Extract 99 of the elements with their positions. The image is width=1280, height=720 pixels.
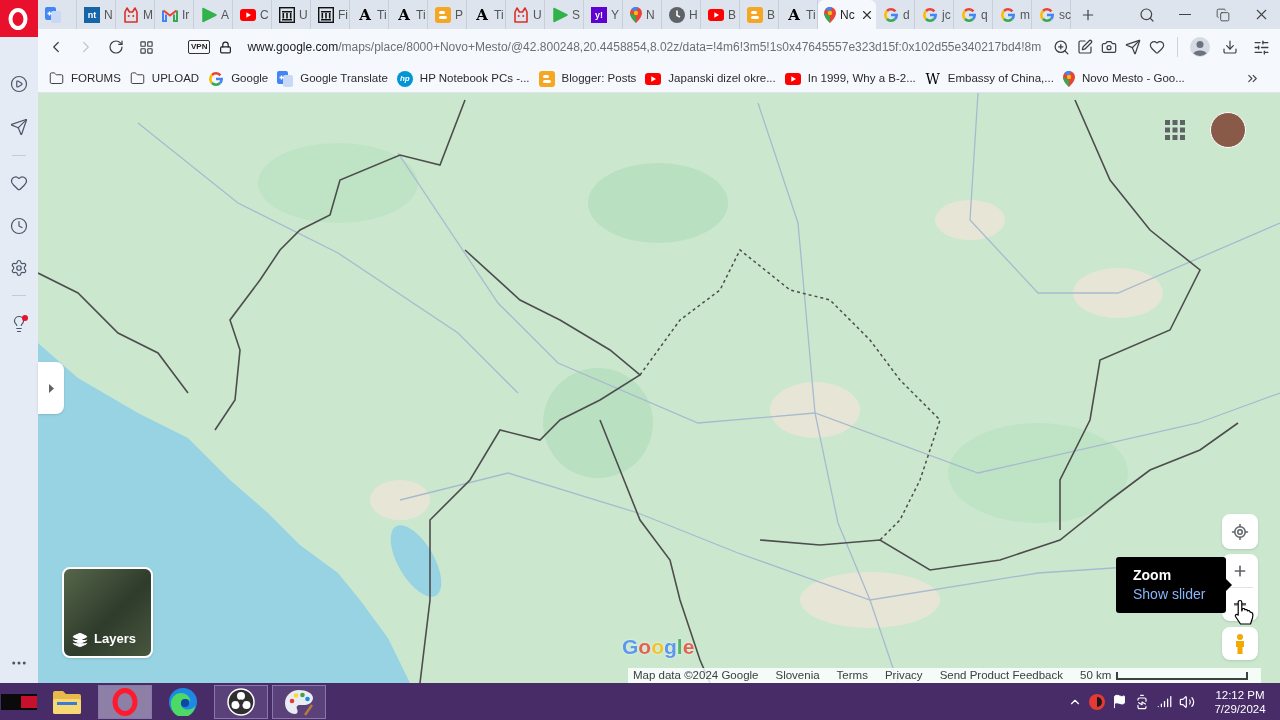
translate-icon [277,70,294,87]
disc-icon [227,687,255,716]
send-icon[interactable] [1125,39,1141,55]
my-location-button[interactable] [1222,514,1258,549]
site-logo: A [358,6,372,23]
taskbar-app[interactable] [214,684,268,719]
apps-grid-icon[interactable] [1165,120,1185,140]
site-logo: y! [591,6,607,23]
site-logo: A [397,6,411,23]
map-footer-link[interactable]: Terms [836,668,868,683]
google-g-icon [961,6,977,23]
google-g-icon [208,70,225,87]
cat-icon [123,6,139,23]
tray-time[interactable]: 12:12 PM [1215,687,1265,702]
building-icon [279,6,295,23]
map-pin-icon [630,6,642,23]
tray-app-icon[interactable] [1089,693,1105,710]
vpn-badge[interactable]: VPN [188,40,211,54]
play-circle-icon[interactable] [10,75,28,93]
video-play-icon [645,72,662,85]
map-footer-link[interactable]: Map data ©2024 Google [633,668,759,683]
profile-icon[interactable] [1190,37,1210,57]
google-g-icon [883,6,899,23]
map-footer-link[interactable]: Send Product Feedback [939,668,1063,683]
bookmark-item[interactable]: Google Translate [277,66,388,91]
google-g-icon [1039,6,1055,23]
lock-icon [219,40,233,54]
camera-icon[interactable] [1101,39,1117,55]
settings-icon[interactable] [10,259,28,277]
bookmark-item[interactable]: UPLOAD [129,66,200,91]
map-footer-link[interactable]: Privacy [884,668,923,683]
layers-icon [72,632,88,648]
video-play-icon [784,72,801,85]
play-icon [552,6,568,23]
folder-icon [129,71,145,86]
bookmark-item[interactable]: Novo Mesto - Goo... [1062,66,1185,91]
heart-icon[interactable] [10,174,28,192]
location-target-icon [1231,522,1249,541]
bookmark-item[interactable]: Japanski dizel okre... [645,66,776,91]
search-icon [1139,6,1155,23]
tooltip-link[interactable]: Show slider [1133,586,1226,603]
ring-icon [112,687,138,716]
site-logo: A [475,6,489,23]
signal-icon[interactable] [1157,694,1172,709]
url-field[interactable]: www.google.com/maps/place/8000+Novo+Mesto/@42.800248,20.4458854,8.02z/data=!4m6!3m5!1s0x47645557e323d15f:0x102d55e340217bd4!8m [247,38,1042,56]
tooltip-title: Zoom [1133,567,1173,584]
swirl-icon [169,687,197,716]
tray-date[interactable]: 7/29/2024 [1214,701,1266,716]
blog-icon [747,6,763,23]
bookmark-item[interactable]: Blogger: Posts [538,66,637,91]
google-g-icon [1000,6,1016,23]
caret-icon [48,383,54,393]
map-footer-link[interactable]: Slovenia [775,668,820,683]
play-icon [201,6,217,23]
bookmark-item[interactable]: W Embassy of China,... [924,66,1054,91]
site-logo: W [924,70,941,87]
heart-icon[interactable] [1149,39,1165,55]
cat-icon [513,6,529,23]
site-logo: A [787,6,801,23]
restore-icon [1216,7,1230,22]
blog-icon [538,70,555,87]
scale-label: 50 km [1080,668,1112,683]
grid-icon [138,39,154,55]
map-pin-icon [824,6,836,23]
battery-icon[interactable] [1134,693,1150,710]
bookmark-item[interactable]: In 1999, Why a B-2... [784,66,916,91]
sliders-icon[interactable] [1253,38,1270,56]
bookmark-item[interactable]: FORUMS [49,66,121,91]
video-play-icon [240,8,256,21]
flag-icon[interactable] [1112,694,1127,709]
building-icon [318,6,334,23]
palette-icon [284,687,314,716]
clock-icon[interactable] [10,217,28,235]
clock-icon [669,6,685,23]
pegman-icon [1235,633,1245,654]
video-play-icon [708,8,724,21]
site-logo: nt [84,6,100,23]
window-thumbnail-icon [1,693,37,710]
layers-button[interactable]: Layers [62,567,153,658]
blog-icon [435,6,451,23]
google-g-icon [922,6,938,23]
bookmark-item[interactable]: Google [208,66,269,91]
download-icon[interactable] [1222,39,1238,55]
google-logo: Google [622,634,695,660]
reload-icon [108,39,124,55]
map-pin-icon [1062,70,1075,87]
bookmark-item[interactable]: hp HP Notebook PCs -... [396,66,530,91]
translate-icon [45,6,61,23]
edit-icon[interactable] [1077,39,1093,55]
send-icon[interactable] [10,118,28,136]
folder-icon [49,71,64,86]
volume-icon[interactable] [1179,693,1195,710]
browser-logo-icon[interactable] [0,0,38,37]
site-logo: hp [396,70,413,87]
taskbar-app[interactable] [272,684,326,719]
folder-icon [53,689,81,714]
minimize-icon [1179,13,1191,16]
zoom-in-icon[interactable] [1053,38,1070,56]
browser-tab[interactable]: Nc [818,0,876,29]
